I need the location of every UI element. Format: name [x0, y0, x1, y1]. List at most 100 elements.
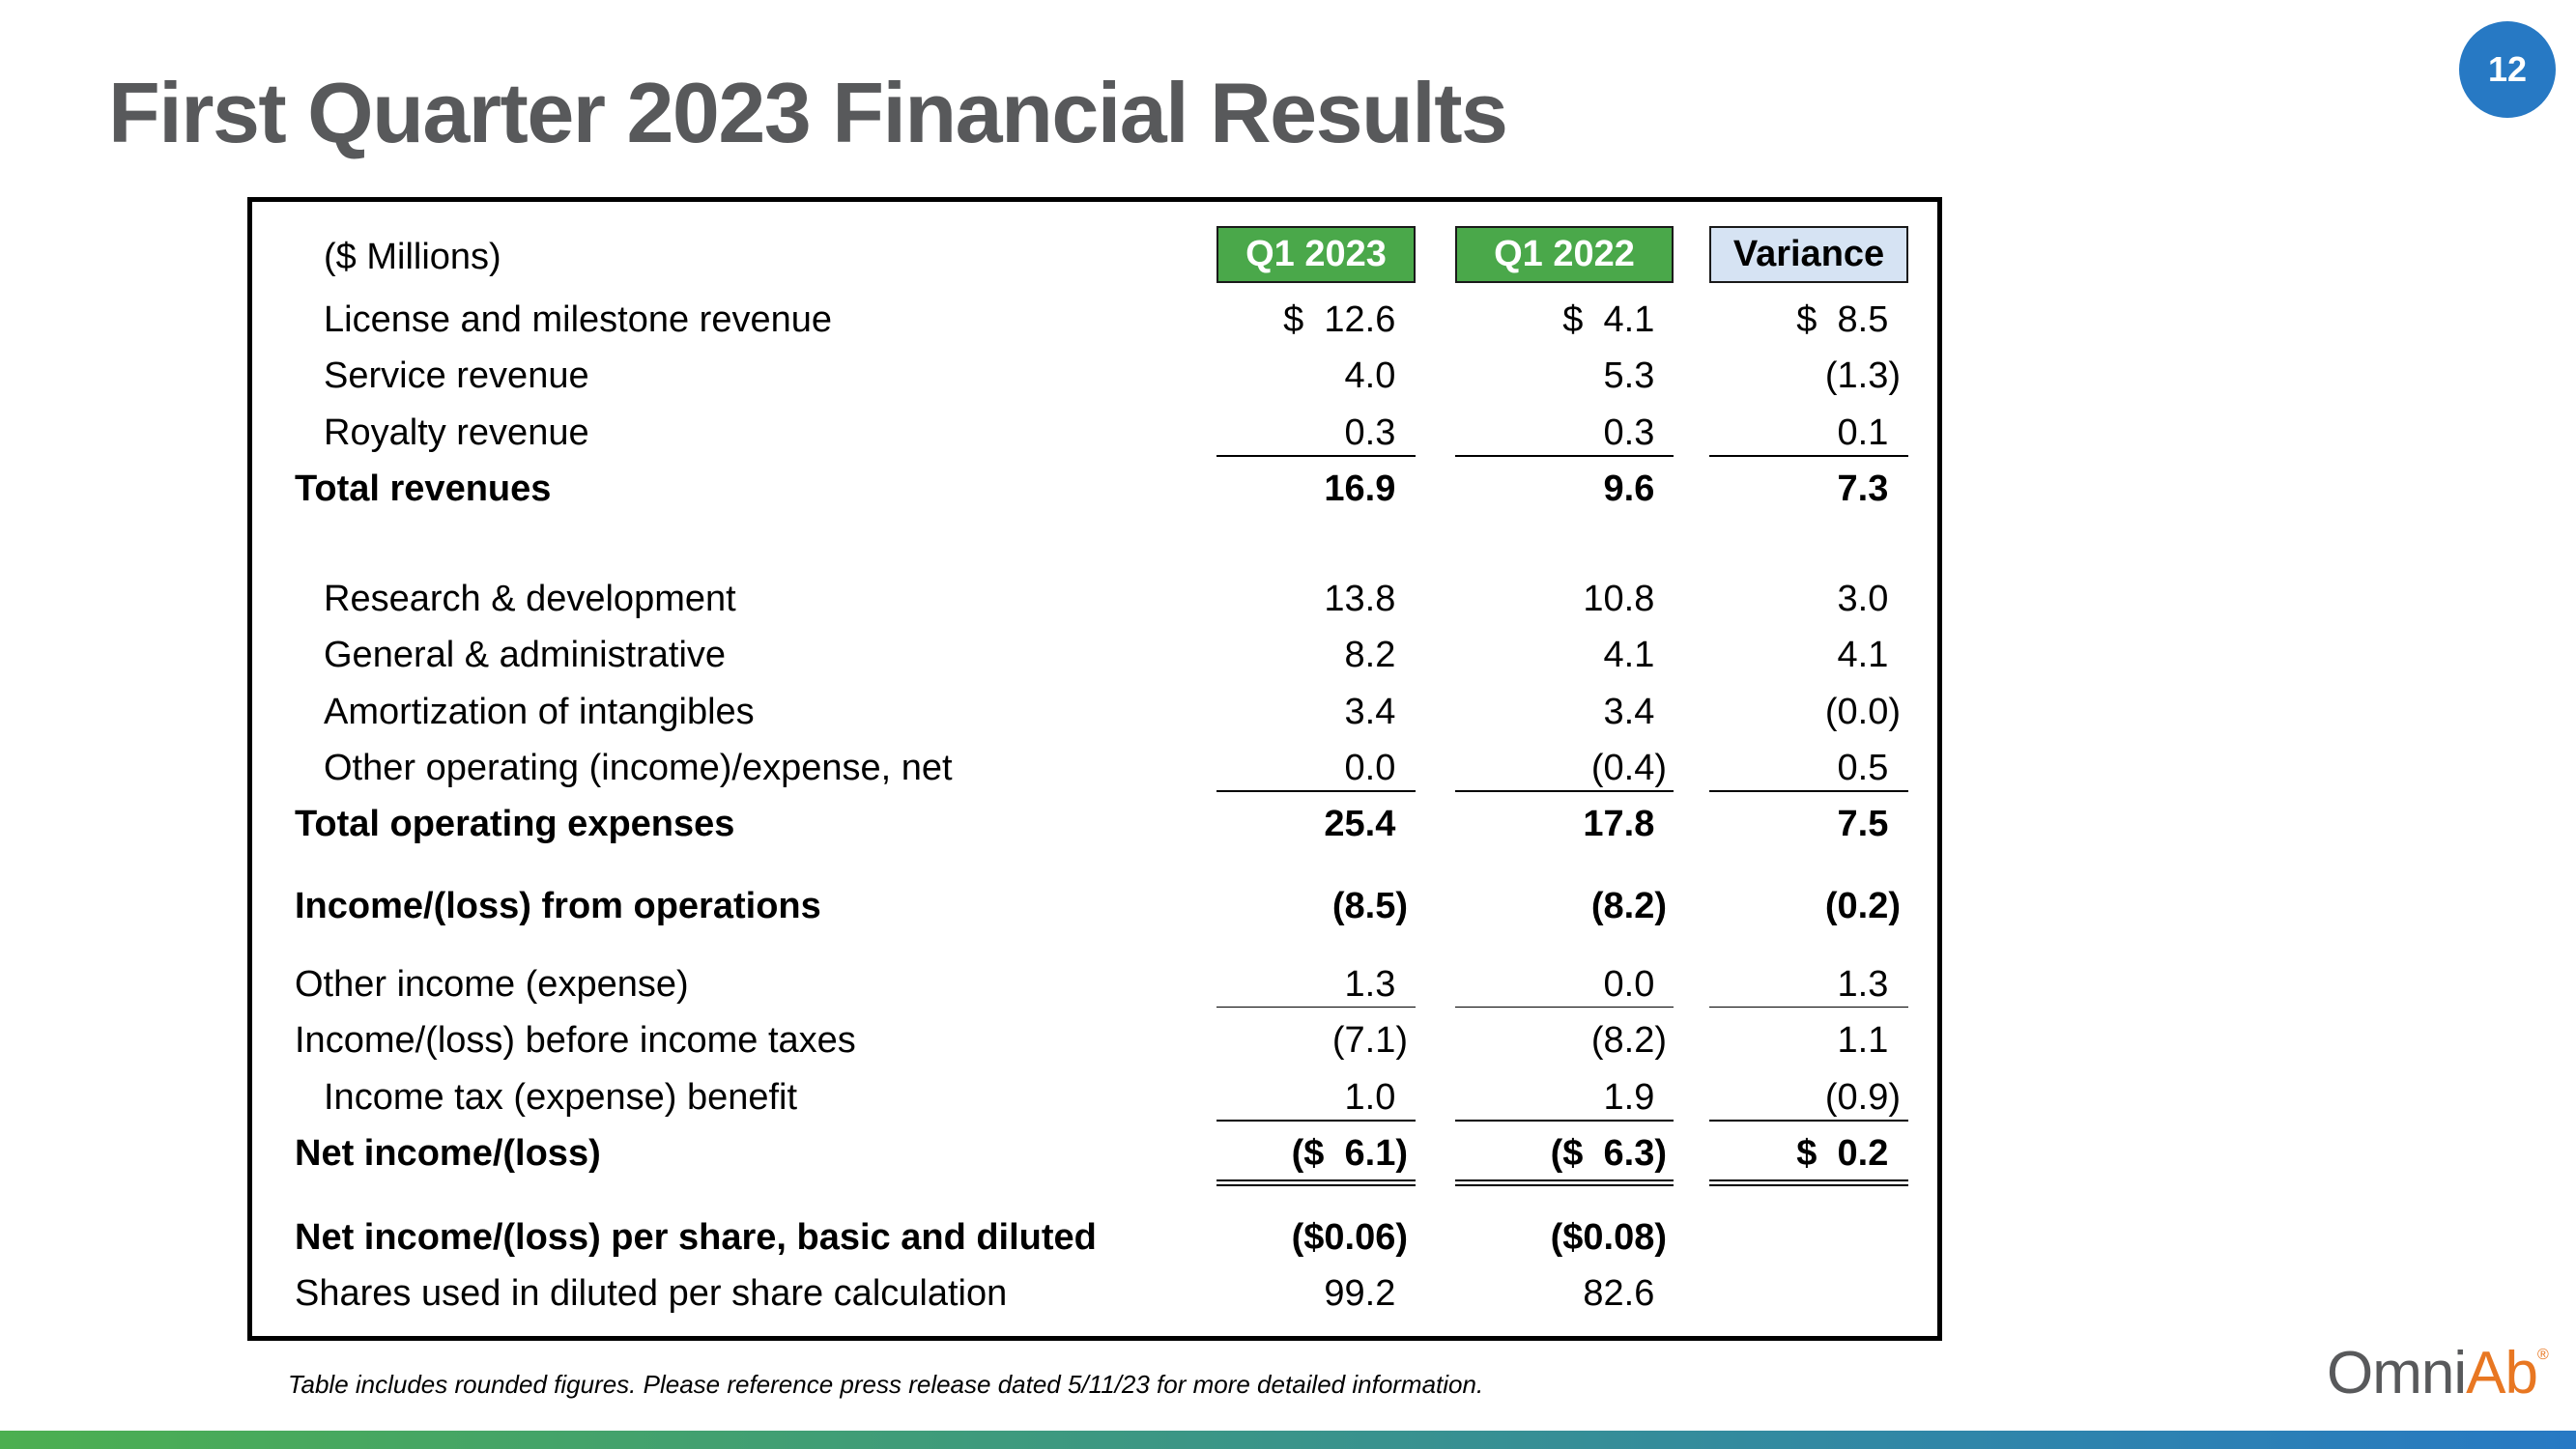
- cell-value: 10.8: [1583, 579, 1655, 619]
- underline: [1216, 1120, 1416, 1122]
- underline: [1455, 455, 1674, 457]
- underline: [1709, 1120, 1908, 1122]
- table-cell: $ 8.5): [1796, 301, 1901, 338]
- cell-value: 0.5: [1837, 748, 1889, 788]
- cell-value: 1.9: [1603, 1077, 1655, 1118]
- column-header-q1-2022: Q1 2022: [1455, 226, 1674, 283]
- row-label: Research & development: [324, 579, 736, 619]
- cell-value: $ 8.5: [1796, 299, 1889, 340]
- cell-value: 82.6: [1583, 1273, 1655, 1314]
- row-label: Service revenue: [324, 355, 589, 396]
- page-number-badge: 12: [2459, 21, 2556, 118]
- cell-value: 17.8: [1583, 804, 1655, 844]
- cell-value: 0.0: [1603, 964, 1655, 1005]
- cell-value: 16.9: [1324, 469, 1396, 509]
- table-cell: (0.4): [1591, 750, 1667, 786]
- cell-value: (7.1): [1331, 1020, 1408, 1061]
- cell-value: 7.3: [1837, 469, 1889, 509]
- table-cell: (7.1): [1332, 1022, 1408, 1059]
- table-cell: 10.8): [1583, 581, 1667, 617]
- table-cell: 7.5): [1838, 806, 1901, 842]
- table-cell: $ 12.6): [1283, 301, 1408, 338]
- table-cell: 3.0): [1838, 581, 1901, 617]
- logo-omni-text: Omni: [2327, 1340, 2467, 1406]
- table-cell: 8.2): [1345, 637, 1408, 673]
- table-cell: 1.1): [1838, 1022, 1901, 1059]
- underline: [1216, 790, 1416, 792]
- row-label: General & administrative: [324, 635, 727, 675]
- cell-value: (8.2): [1590, 886, 1667, 926]
- cell-value: 0.3: [1603, 412, 1655, 453]
- cell-value: $ 0.2: [1796, 1133, 1889, 1174]
- logo-ab-text: Ab: [2466, 1340, 2538, 1406]
- table-cell: 1.3): [1838, 966, 1901, 1003]
- omniab-logo: OmniAb®: [2327, 1339, 2549, 1407]
- cell-value: $ 4.1: [1562, 299, 1655, 340]
- units-label: ($ Millions): [324, 237, 501, 277]
- page-title: First Quarter 2023 Financial Results: [108, 65, 1508, 160]
- cell-value: 9.6: [1603, 469, 1655, 509]
- cell-value: (1.3): [1824, 355, 1901, 396]
- cell-value: 4.0: [1344, 355, 1396, 396]
- table-cell: 3.4): [1345, 694, 1408, 730]
- double-underline: [1709, 1179, 1908, 1186]
- table-cell: 0.3): [1345, 414, 1408, 451]
- row-label: Total revenues: [295, 469, 552, 509]
- table-cell: ($ 6.1): [1292, 1135, 1408, 1172]
- row-label: Income/(loss) before income taxes: [295, 1020, 856, 1061]
- table-cell: (8.2): [1591, 888, 1667, 924]
- registered-mark-icon: ®: [2536, 1347, 2549, 1363]
- cell-value: 1.3: [1344, 964, 1396, 1005]
- cell-value: (8.5): [1331, 886, 1408, 926]
- table-cell: 1.3): [1345, 966, 1408, 1003]
- cell-value: ($ 6.1): [1291, 1133, 1408, 1174]
- cell-value: 7.5: [1837, 804, 1889, 844]
- row-label: Net income/(loss) per share, basic and d…: [295, 1217, 1097, 1258]
- table-cell: 4.1): [1604, 637, 1667, 673]
- cell-value: 1.1: [1837, 1020, 1889, 1061]
- table-cell: 9.6): [1604, 470, 1667, 507]
- cell-value: 99.2: [1324, 1273, 1396, 1314]
- cell-value: 4.1: [1603, 635, 1655, 675]
- cell-value: (0.9): [1824, 1077, 1901, 1118]
- table-cell: 0.5): [1838, 750, 1901, 786]
- row-label: Net income/(loss): [295, 1133, 601, 1174]
- cell-value: 5.3: [1603, 355, 1655, 396]
- cell-value: (0.0): [1824, 692, 1901, 732]
- table-cell: (1.3): [1825, 357, 1901, 394]
- table-cell: (8.2): [1591, 1022, 1667, 1059]
- row-label: Amortization of intangibles: [324, 692, 755, 732]
- row-label: License and milestone revenue: [324, 299, 833, 340]
- cell-value: 4.1: [1837, 635, 1889, 675]
- cell-value: 3.0: [1837, 579, 1889, 619]
- table-cell: ($ 6.3): [1551, 1135, 1667, 1172]
- table-cell: 3.4): [1604, 694, 1667, 730]
- cell-value: 1.0: [1344, 1077, 1396, 1118]
- table-cell: ($0.06): [1292, 1219, 1408, 1256]
- table-cell: 82.6): [1583, 1275, 1667, 1312]
- row-label: Other income (expense): [295, 964, 689, 1005]
- cell-value: $ 12.6: [1283, 299, 1396, 340]
- table-cell: $ 4.1): [1562, 301, 1667, 338]
- table-cell: 17.8): [1583, 806, 1667, 842]
- table-cell: 0.0): [1345, 750, 1408, 786]
- cell-value: ($0.08): [1550, 1217, 1667, 1258]
- cell-value: 1.3: [1837, 964, 1889, 1005]
- row-label: Royalty revenue: [324, 412, 589, 453]
- underline: [1709, 790, 1908, 792]
- table-cell: 13.8): [1324, 581, 1408, 617]
- table-cell: 0.3): [1604, 414, 1667, 451]
- underline: [1455, 1007, 1674, 1008]
- table-cell: 4.1): [1838, 637, 1901, 673]
- cell-value: 13.8: [1324, 579, 1396, 619]
- table-cell: (0.2): [1825, 888, 1901, 924]
- table-cell: 7.3): [1838, 470, 1901, 507]
- column-header-q1-2023: Q1 2023: [1216, 226, 1416, 283]
- footer-gradient-bar: [0, 1431, 2576, 1449]
- cell-value: 0.3: [1344, 412, 1396, 453]
- table-cell: 25.4): [1324, 806, 1408, 842]
- underline: [1709, 1007, 1908, 1008]
- cell-value: 0.1: [1837, 412, 1889, 453]
- underline: [1455, 790, 1674, 792]
- double-underline: [1455, 1179, 1674, 1186]
